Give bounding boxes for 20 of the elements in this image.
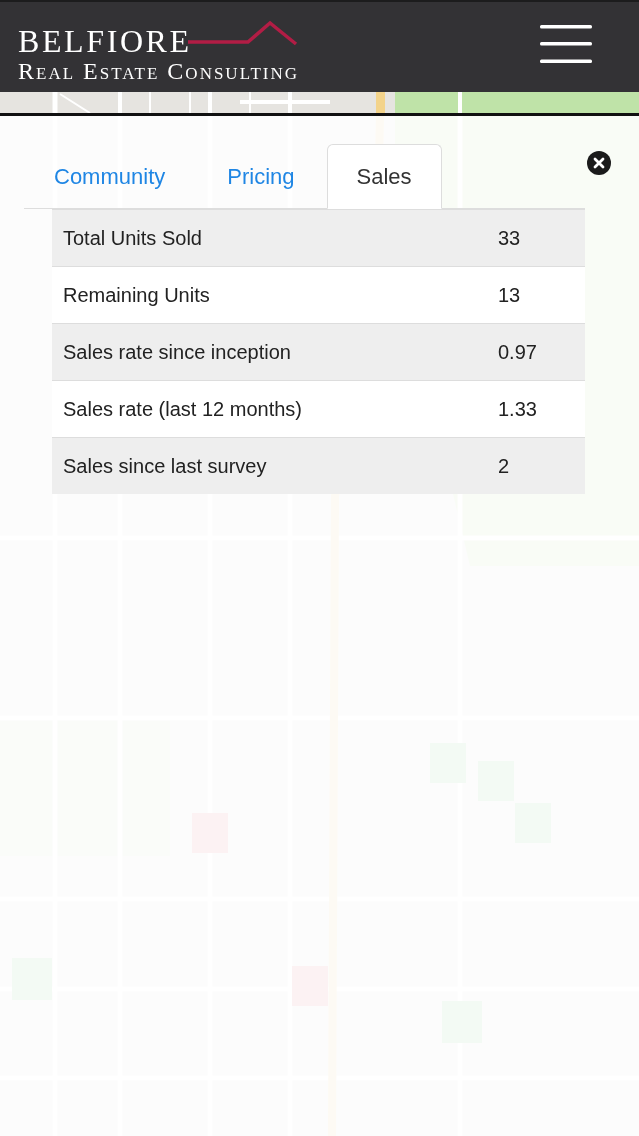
table-cell: 1.33	[498, 397, 537, 421]
table-cell-text: Remaining Units	[62, 283, 210, 307]
tab[interactable]: Pricing	[197, 144, 325, 209]
table-cell-text: Sales rate (last 12 months)	[62, 397, 302, 421]
menu-button[interactable]	[539, 22, 593, 66]
table-cell-text: Sales since last survey	[62, 454, 267, 478]
menu-icon	[540, 25, 592, 63]
logo-subtitle: Real Estate Consulting	[18, 58, 300, 84]
table-cell: 2	[498, 454, 510, 478]
logo-title: BELFIORE	[18, 24, 192, 58]
table-cell: 0.97	[498, 340, 537, 364]
tab[interactable]: Community	[24, 144, 196, 209]
tab[interactable]: Sales	[326, 144, 442, 209]
table-cell-text: Sales rate since inception	[62, 340, 291, 364]
close-button[interactable]	[587, 151, 611, 175]
table-cell: 13	[498, 283, 521, 307]
roof-line-icon	[187, 20, 298, 46]
table-cell: 33	[498, 226, 521, 250]
table-cell-text: Total Units Sold	[62, 226, 202, 250]
close-icon	[593, 157, 605, 169]
